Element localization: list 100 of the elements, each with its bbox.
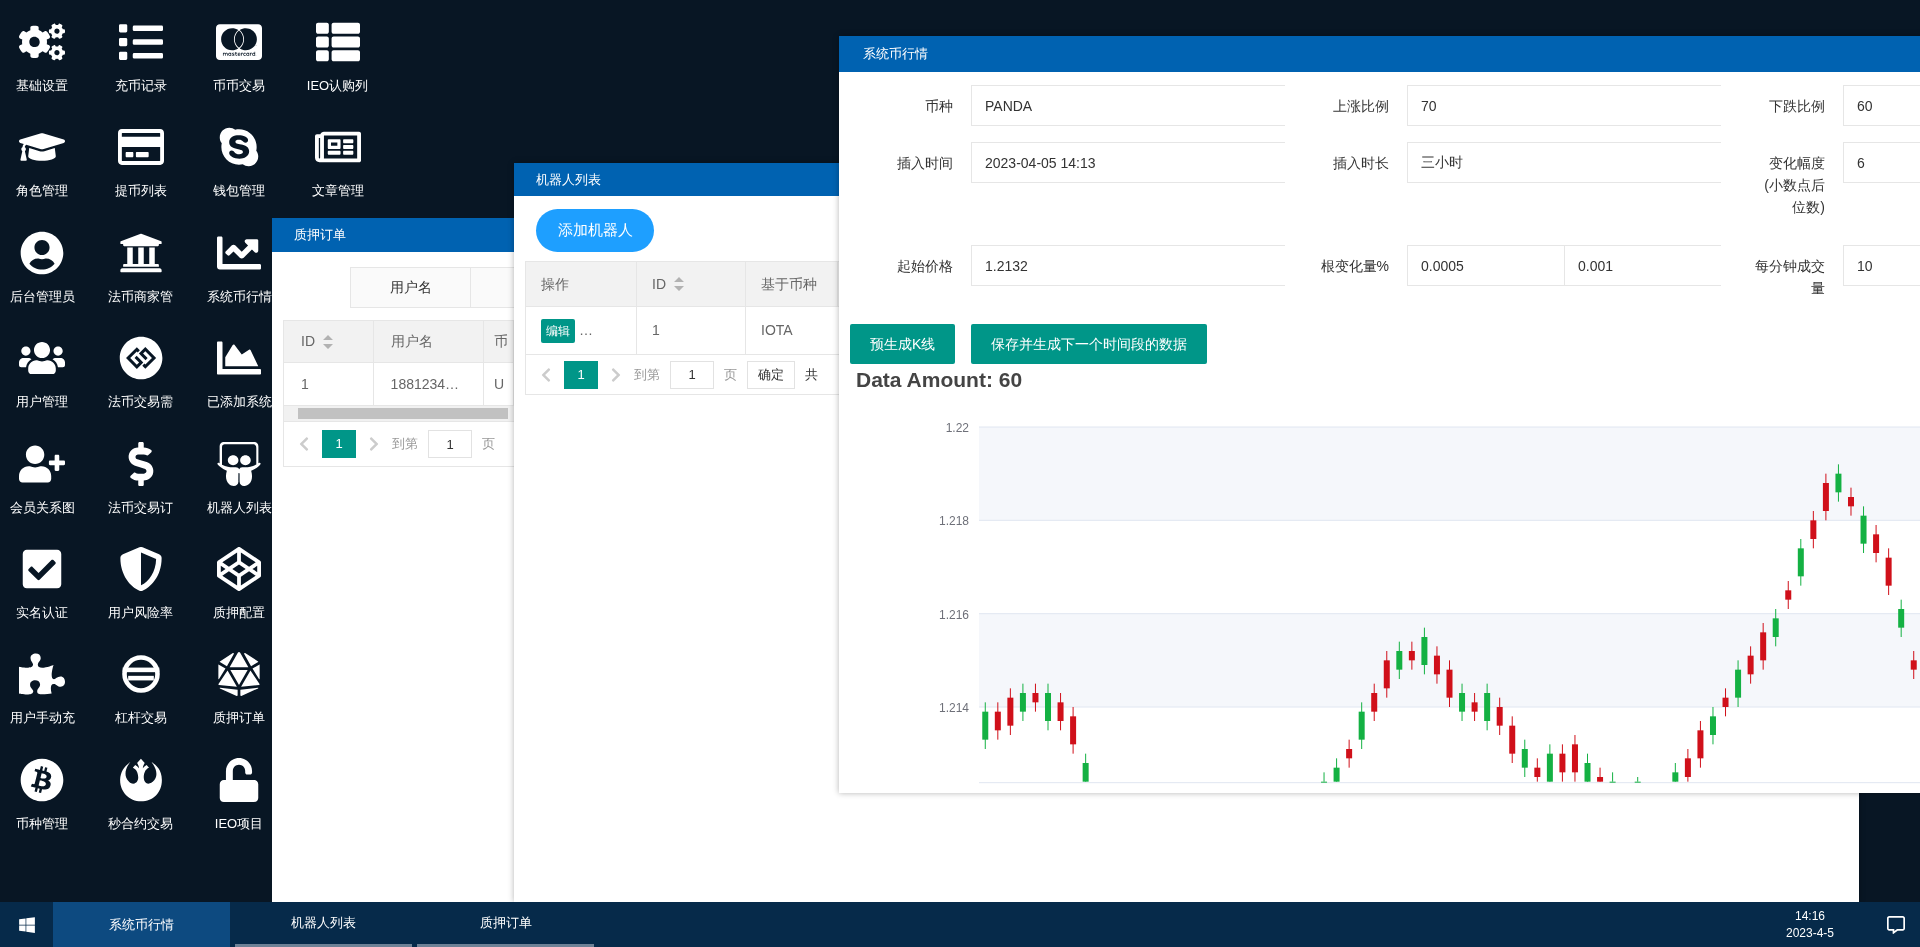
axis-label: 1.22	[944, 420, 969, 437]
previous-icon[interactable]	[299, 436, 309, 452]
total-label: 共	[805, 365, 818, 384]
sort-icon[interactable]	[674, 277, 684, 291]
desktop-shortcut[interactable]: 币种管理	[16, 757, 68, 834]
message-icon	[1887, 915, 1905, 934]
taskbar-task[interactable]: 系统币行情	[53, 902, 230, 947]
page-input[interactable]: 1	[670, 360, 714, 389]
axis-label: 1.218	[937, 513, 969, 531]
desktop-shortcut[interactable]: 秒合约交易	[108, 757, 173, 834]
field-label: 起始价格	[896, 257, 953, 276]
page-label: 页	[724, 365, 737, 384]
desktop-shortcut[interactable]: 实名认证	[16, 546, 68, 623]
desktop-shortcut[interactable]: 角色管理	[16, 125, 68, 201]
input-field[interactable]: 三小时	[1407, 142, 1721, 183]
input-field[interactable]: 6	[1843, 142, 1920, 183]
desktop-shortcut[interactable]: 法币商家管	[108, 230, 173, 307]
column-header[interactable]: 用户名	[373, 321, 485, 362]
search-tab[interactable]: 用户名	[350, 267, 471, 308]
candlestick	[1910, 650, 1917, 680]
horizontal-scrollbar[interactable]	[284, 406, 514, 421]
axis-label: 1.214	[937, 700, 969, 717]
action-button[interactable]: 预生成K线	[850, 324, 956, 364]
table-cell: 1	[284, 363, 374, 405]
input-field[interactable]: PANDA	[971, 85, 1285, 126]
clock-date: 2023-4-5	[1785, 924, 1834, 942]
candlestick	[1810, 510, 1817, 549]
desktop-shortcut[interactable]: 机器人列表	[206, 441, 272, 518]
candlestick	[1371, 683, 1378, 722]
desktop-shortcut[interactable]: 用户管理	[16, 336, 68, 412]
field-label: 插入时间	[896, 154, 953, 173]
taskbar-task[interactable]: 机器人列表	[235, 902, 412, 947]
candlestick	[1521, 739, 1528, 778]
next-icon[interactable]	[369, 436, 379, 452]
candlestick	[1534, 757, 1541, 783]
desktop-shortcut[interactable]: 已添加系统	[206, 336, 272, 412]
search-tab[interactable]	[471, 267, 514, 308]
desktop-shortcut[interactable]: 系统币行情	[206, 230, 272, 307]
window-titlebar[interactable]: 系统币行情	[839, 36, 1920, 72]
candlestick	[1684, 748, 1691, 783]
goto-label: 到第	[392, 435, 418, 454]
candlestick	[1847, 487, 1854, 517]
axis-label: 1.216	[937, 606, 969, 624]
desktop-shortcut[interactable]: 法币交易订	[108, 441, 173, 518]
candlestick	[1722, 687, 1729, 717]
page-button[interactable]: 1	[564, 360, 598, 389]
desktop-shortcut[interactable]: IEO项目	[214, 757, 264, 834]
table-cell: 1	[637, 307, 746, 354]
candlestick	[1057, 692, 1064, 731]
candlestick	[1747, 645, 1754, 685]
next-icon[interactable]	[611, 366, 621, 383]
candlestick	[1835, 463, 1842, 503]
sort-icon[interactable]	[323, 334, 333, 349]
column-header[interactable]: ID	[637, 262, 746, 306]
desktop-shortcut[interactable]: 质押配置	[213, 546, 265, 623]
desktop-shortcut[interactable]: 用户手动充	[9, 652, 75, 728]
desktop-shortcut[interactable]: IEO认购列	[306, 20, 369, 96]
input-field[interactable]: 1.2132	[971, 245, 1285, 286]
desktop-shortcut[interactable]: 杠杆交易	[114, 652, 167, 728]
desktop-shortcut[interactable]: 后台管理员	[9, 230, 75, 307]
hexagon-icon	[216, 652, 262, 697]
candlestick	[1785, 580, 1792, 610]
page-input[interactable]: 1	[428, 430, 472, 458]
desktop-shortcut[interactable]: 法币交易需	[108, 336, 173, 412]
taskbar-task[interactable]: 质押订单	[417, 902, 594, 947]
desktop-shortcut[interactable]: 会员关系图	[9, 441, 75, 518]
candlestick	[1496, 697, 1503, 736]
desktop-shortcut[interactable]: 充币记录	[114, 20, 167, 96]
field-label: 插入时长	[1332, 154, 1389, 173]
candlestick	[1333, 757, 1340, 783]
input-field[interactable]: 0.001	[1564, 245, 1721, 286]
input-field[interactable]: 2023-04-05 14:13	[971, 142, 1285, 183]
desktop-shortcut[interactable]: 质押订单	[213, 652, 265, 728]
candlestick	[994, 701, 1001, 741]
column-header[interactable]: 基于币种	[746, 262, 838, 306]
input-field[interactable]: 70	[1407, 85, 1721, 126]
page-button[interactable]: 1	[322, 430, 356, 458]
desktop-shortcut[interactable]: 钱包管理	[213, 125, 265, 201]
column-header[interactable]: 操作	[526, 262, 637, 306]
input-field[interactable]: 0.0005	[1407, 245, 1564, 286]
candlestick	[1898, 599, 1905, 638]
desktop-shortcut[interactable]: 币币交易	[213, 20, 265, 96]
input-field[interactable]: 60	[1843, 85, 1920, 126]
desktop-shortcut[interactable]: 基础设置	[16, 20, 68, 96]
window-titlebar[interactable]: 质押订单	[272, 218, 514, 252]
edit-tag[interactable]: 编辑	[541, 318, 575, 343]
candlestick	[1873, 524, 1880, 563]
desktop-shortcut[interactable]: 文章管理	[311, 125, 364, 201]
action-button[interactable]: 保存并生成下一个时间段的数据	[971, 324, 1208, 364]
shield-icon	[117, 546, 164, 591]
cube-icon	[216, 546, 262, 591]
desktop-shortcut[interactable]: 提币列表	[114, 125, 167, 201]
input-field[interactable]: 10	[1843, 245, 1920, 286]
candlestick	[1471, 692, 1478, 722]
desktop-shortcut[interactable]: 用户风险率	[108, 546, 173, 623]
previous-icon[interactable]	[541, 366, 551, 383]
candlestick	[1672, 762, 1679, 783]
confirm-button[interactable]: 确定	[747, 360, 795, 389]
column-header[interactable]: ID	[284, 321, 374, 362]
window-titlebar[interactable]: 机器人列表	[514, 163, 839, 196]
